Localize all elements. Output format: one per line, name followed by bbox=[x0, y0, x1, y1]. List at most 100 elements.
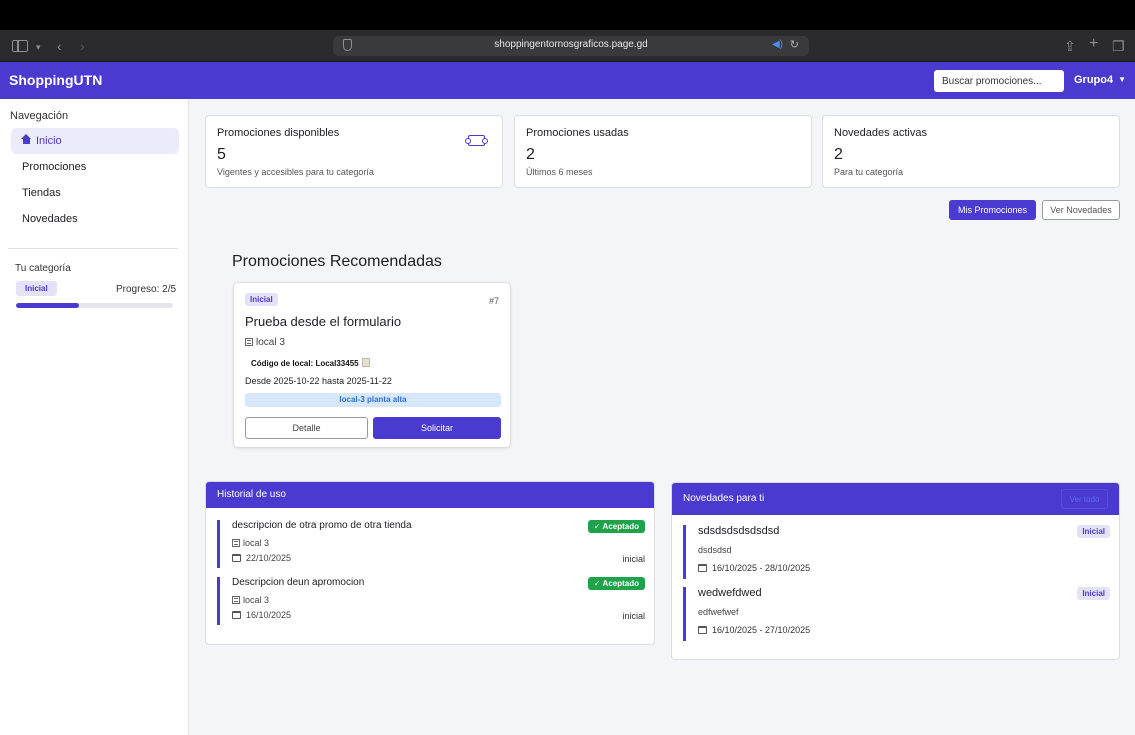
progress-bar bbox=[16, 303, 173, 308]
promo-local-text: local 3 bbox=[256, 337, 285, 348]
stat-subtitle: Últimos 6 meses bbox=[526, 167, 593, 177]
user-menu[interactable]: Grupo4 ▼ bbox=[1074, 74, 1126, 86]
back-icon[interactable]: ‹ bbox=[57, 36, 62, 56]
forward-icon[interactable]: › bbox=[80, 36, 85, 56]
news-panel: Novedades para ti Ver todo sdsdsdsdsdsds… bbox=[671, 482, 1120, 660]
see-all-button[interactable]: Ver todo bbox=[1061, 489, 1108, 509]
list-item: Descripcion deun apromocion ✓ Aceptado l… bbox=[217, 577, 645, 625]
sidebar-item-label: Promociones bbox=[22, 161, 87, 173]
stat-card-news: Novedades activas 2 Para tu categoría bbox=[822, 115, 1120, 188]
history-desc: Descripcion deun apromocion bbox=[232, 577, 365, 588]
history-title: Historial de uso bbox=[217, 489, 286, 500]
app-header: ShoppingUTN Grupo4 ▼ bbox=[0, 62, 1135, 99]
copy-icon[interactable] bbox=[361, 358, 370, 367]
news-item-desc: dsdsdsd bbox=[698, 545, 732, 555]
history-panel: Historial de uso descripcion de otra pro… bbox=[205, 481, 655, 645]
brand-logo[interactable]: ShoppingUTN bbox=[9, 72, 102, 88]
stat-value: 5 bbox=[217, 146, 226, 163]
caret-down-icon: ▼ bbox=[1118, 75, 1127, 84]
sidebar-item-novedades[interactable]: Novedades bbox=[11, 206, 179, 232]
calendar-icon bbox=[698, 626, 707, 634]
stat-subtitle: Vigentes y accesibles para tu categoría bbox=[217, 167, 374, 177]
news-category-badge: Inicial bbox=[1077, 587, 1110, 600]
sidebar-divider bbox=[8, 248, 178, 249]
stat-title: Promociones disponibles bbox=[217, 127, 340, 139]
home-icon bbox=[21, 134, 31, 145]
sidebar-item-label: Novedades bbox=[22, 213, 78, 225]
ticket-icon bbox=[465, 135, 488, 146]
history-date-text: 22/10/2025 bbox=[246, 553, 292, 563]
history-category: inicial bbox=[622, 554, 645, 564]
sidebar: Navegación Inicio Promociones Tiendas No… bbox=[0, 99, 189, 735]
news-category-badge: Inicial bbox=[1077, 525, 1110, 538]
share-icon[interactable]: ⇪ bbox=[1064, 36, 1076, 56]
sidebar-item-tiendas[interactable]: Tiendas bbox=[11, 180, 179, 206]
news-item-desc: edfwefwef bbox=[698, 607, 739, 617]
stat-value: 2 bbox=[526, 146, 535, 163]
see-news-button[interactable]: Ver Novedades bbox=[1042, 200, 1120, 220]
progress-text: Progreso: 2/5 bbox=[116, 284, 177, 295]
category-label: Tu categoría bbox=[15, 263, 71, 274]
sidebar-item-label: Tiendas bbox=[22, 187, 61, 199]
history-date: 16/10/2025 bbox=[232, 610, 291, 620]
calendar-icon bbox=[232, 554, 241, 562]
detail-button[interactable]: Detalle bbox=[245, 417, 368, 439]
list-item: descripcion de otra promo de otra tienda… bbox=[217, 520, 645, 568]
history-panel-header: Historial de uso bbox=[206, 482, 654, 508]
history-local: local 3 bbox=[232, 595, 269, 605]
progress-bar-fill bbox=[16, 303, 79, 308]
user-name: Grupo4 bbox=[1074, 74, 1114, 86]
reload-icon[interactable]: ↻ bbox=[790, 38, 799, 51]
stat-card-available: Promociones disponibles 5 Vigentes y acc… bbox=[205, 115, 503, 188]
history-local-text: local 3 bbox=[243, 538, 270, 548]
building-icon bbox=[245, 338, 253, 346]
news-title: Novedades para ti bbox=[683, 493, 765, 504]
nav-title: Navegación bbox=[10, 110, 69, 122]
os-top-strip bbox=[0, 0, 1135, 30]
promo-location-badge: local-3 planta alta bbox=[245, 393, 501, 407]
news-item-dates: 16/10/2025 - 27/10/2025 bbox=[698, 625, 810, 635]
my-promotions-button[interactable]: Mis Promociones bbox=[949, 200, 1036, 220]
list-item: wedwefdwed Inicial edfwefwef 16/10/2025 … bbox=[683, 587, 1110, 641]
list-item: sdsdsdsdsdsdsd Inicial dsdsdsd 16/10/202… bbox=[683, 525, 1110, 579]
history-date: 22/10/2025 bbox=[232, 553, 291, 563]
promo-title: Prueba desde el formulario bbox=[245, 314, 402, 329]
news-panel-header: Novedades para ti Ver todo bbox=[672, 483, 1119, 515]
history-desc: descripcion de otra promo de otra tienda bbox=[232, 520, 412, 531]
calendar-icon bbox=[232, 611, 241, 619]
promo-local-code-text: Código de local: Local33455 bbox=[251, 359, 359, 368]
news-item-dates-text: 16/10/2025 - 27/10/2025 bbox=[712, 625, 811, 635]
request-button[interactable]: Solicitar bbox=[373, 417, 501, 439]
promo-dates: Desde 2025-10-22 hasta 2025-11-22 bbox=[245, 376, 392, 386]
search-input[interactable] bbox=[934, 70, 1064, 92]
stat-card-used: Promociones usadas 2 Últimos 6 meses bbox=[514, 115, 812, 188]
news-item-dates-text: 16/10/2025 - 28/10/2025 bbox=[712, 563, 811, 573]
promo-id: #7 bbox=[488, 296, 499, 306]
recommended-title: Promociones Recomendadas bbox=[232, 253, 442, 270]
address-bar[interactable]: shoppingentornosgraficos.page.gd ◀) ↻ bbox=[333, 36, 809, 56]
sidebar-toggle-icon[interactable] bbox=[12, 40, 28, 52]
building-icon bbox=[232, 596, 240, 604]
category-badge: Inicial bbox=[16, 281, 57, 296]
browser-toolbar: ▾ ‹ › shoppingentornosgraficos.page.gd ◀… bbox=[0, 30, 1135, 62]
new-tab-icon[interactable]: + bbox=[1089, 34, 1098, 54]
history-date-text: 16/10/2025 bbox=[246, 610, 292, 620]
sidebar-item-promociones[interactable]: Promociones bbox=[11, 154, 179, 180]
history-category: inicial bbox=[622, 611, 645, 621]
sidebar-item-inicio[interactable]: Inicio bbox=[11, 128, 179, 154]
tabs-overview-icon[interactable]: ❐ bbox=[1112, 36, 1125, 56]
sidebar-item-label: Inicio bbox=[36, 135, 62, 147]
history-local: local 3 bbox=[232, 538, 269, 548]
chevron-down-icon[interactable]: ▾ bbox=[36, 37, 41, 57]
sound-icon[interactable]: ◀) bbox=[772, 39, 783, 50]
calendar-icon bbox=[698, 564, 707, 572]
history-local-text: local 3 bbox=[243, 595, 270, 605]
building-icon bbox=[232, 539, 240, 547]
promo-card: Inicial #7 Prueba desde el formulario lo… bbox=[233, 282, 511, 448]
promo-category-badge: Inicial bbox=[245, 293, 278, 306]
stat-value: 2 bbox=[834, 146, 843, 163]
promo-local-code: Código de local: Local33455 bbox=[245, 355, 376, 371]
stat-title: Promociones usadas bbox=[526, 127, 629, 139]
stat-title: Novedades activas bbox=[834, 127, 927, 139]
stat-subtitle: Para tu categoría bbox=[834, 167, 904, 177]
